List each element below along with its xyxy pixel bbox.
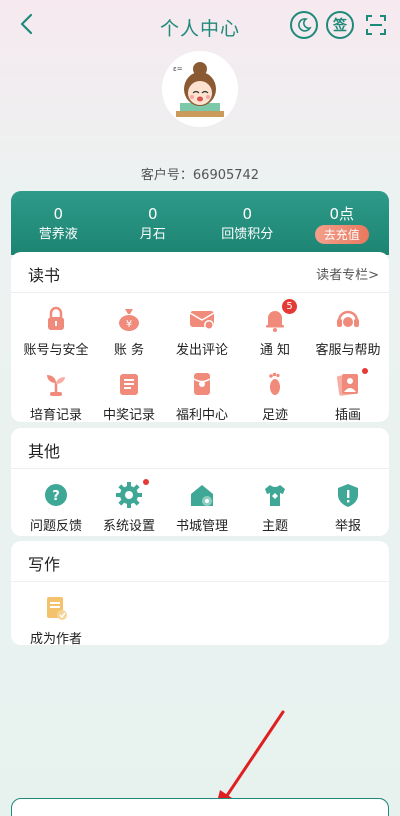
stat-nutrient[interactable]: 0 营养液 (11, 191, 106, 255)
svg-text:?: ? (52, 489, 60, 504)
menu-label: 培育记录 (29, 408, 82, 423)
reader-column-link[interactable]: 读者专栏> (316, 264, 379, 283)
notepad-icon (120, 374, 138, 395)
menu-prize-record[interactable]: 中奖记录 (91, 370, 167, 423)
red-envelope-icon (193, 373, 211, 395)
svg-text:¥: ¥ (126, 319, 132, 330)
author-document-icon (47, 597, 67, 620)
writing-section: 写作 成为作者 (11, 541, 389, 647)
stat-label: 回馈积分 (221, 227, 274, 242)
section-title: 写作 (28, 555, 61, 574)
stat-points[interactable]: 0 回馈积分 (200, 191, 295, 255)
menu-label: 主题 (261, 519, 288, 534)
moon-icon (298, 18, 312, 32)
stat-label: 营养液 (38, 227, 78, 242)
bookstore-icon (191, 485, 213, 506)
headset-icon (337, 310, 359, 327)
new-dot (143, 479, 149, 485)
notification-badge: 5 (282, 299, 297, 314)
avatar-girl-icon: ε= (162, 51, 238, 127)
menu-label: 福利中心 (175, 408, 228, 423)
scan-button[interactable] (362, 11, 390, 39)
menu-cultivation-record[interactable]: 培育记录 (18, 370, 94, 423)
sign-icon: 签 (333, 18, 347, 34)
menu-welfare-center[interactable]: 福利中心 (164, 370, 240, 423)
menu-become-author[interactable]: 成为作者 (18, 594, 94, 647)
svg-text:ε=: ε= (173, 65, 183, 73)
section-title: 读书 (28, 266, 61, 285)
envelope-icon (189, 311, 215, 330)
header: 个人中心 签 (0, 0, 400, 52)
menu-comments[interactable]: 发出评论 (164, 305, 240, 358)
scan-icon (366, 15, 386, 35)
gear-icon (116, 482, 142, 508)
menu-label: 通 知 (259, 343, 291, 358)
menu-label: 账 务 (113, 343, 145, 358)
recharge-button[interactable]: 去充值 (314, 225, 369, 244)
menu-feedback[interactable]: ? 问题反馈 (18, 481, 94, 534)
section-title: 其他 (28, 442, 61, 461)
divider (11, 468, 389, 469)
menu-label: 问题反馈 (29, 519, 82, 534)
menu-account-security[interactable]: 账号与安全 (18, 305, 94, 358)
new-dot (362, 368, 368, 374)
stat-moonstone[interactable]: 0 月石 (106, 191, 201, 255)
shirt-icon (265, 485, 285, 506)
menu-label: 插画 (334, 408, 361, 423)
menu-theme[interactable]: 主题 (237, 481, 313, 534)
stat-value: 0 (242, 205, 253, 223)
stat-value: 0点 (329, 205, 355, 223)
divider (11, 292, 389, 293)
sprout-icon (47, 375, 65, 396)
menu-label: 中奖记录 (102, 408, 155, 423)
menu-billing[interactable]: ¥ 账 务 (91, 305, 167, 358)
menu-support[interactable]: 客服与帮助 (310, 305, 386, 358)
menu-bookstore-management[interactable]: 书城管理 (164, 481, 240, 534)
stat-balance: 0点 去充值 (295, 191, 390, 255)
menu-label: 书城管理 (175, 519, 228, 534)
stat-value: 0 (53, 205, 64, 223)
stat-label: 月石 (139, 227, 166, 242)
menu-report[interactable]: 举报 (310, 481, 386, 534)
menu-notifications[interactable]: 5 通 知 (237, 299, 313, 358)
illustration-icon (336, 374, 358, 396)
menu-label: 足迹 (261, 408, 288, 423)
other-section: 其他 ? 问题反馈 系统设置 书城管理 主题 举报 (11, 428, 389, 536)
divider (11, 581, 389, 582)
stat-value: 0 (147, 205, 158, 223)
menu-label: 发出评论 (175, 343, 228, 358)
lock-icon (48, 306, 64, 330)
night-mode-button[interactable] (290, 11, 318, 39)
money-bag-icon: ¥ (119, 309, 139, 331)
menu-label: 客服与帮助 (315, 343, 381, 358)
menu-label: 成为作者 (29, 632, 82, 647)
menu-label: 举报 (334, 519, 361, 534)
menu-settings[interactable]: 系统设置 (91, 479, 167, 534)
customer-id: 客户号：66905742 (140, 168, 260, 183)
report-shield-icon (338, 484, 358, 507)
menu-label: 账号与安全 (23, 343, 89, 358)
avatar[interactable]: ε= (162, 51, 238, 127)
menu-footprints[interactable]: 足迹 (237, 370, 313, 423)
sign-in-button[interactable]: 签 (326, 11, 354, 39)
stats-bar: 0 营养液 0 月石 0 回馈积分 0点 去充值 (11, 191, 389, 255)
reading-section: 读书 读者专栏> 账号与安全 ¥ 账 务 发出评论 5 通 知 客服与帮助 培育… (11, 252, 389, 423)
footprint-icon (269, 372, 280, 395)
menu-label: 系统设置 (102, 519, 155, 534)
question-icon: ? (45, 484, 67, 506)
switch-account-button[interactable]: 切换账号 (11, 798, 389, 816)
menu-illustrations[interactable]: 插画 (310, 368, 386, 423)
